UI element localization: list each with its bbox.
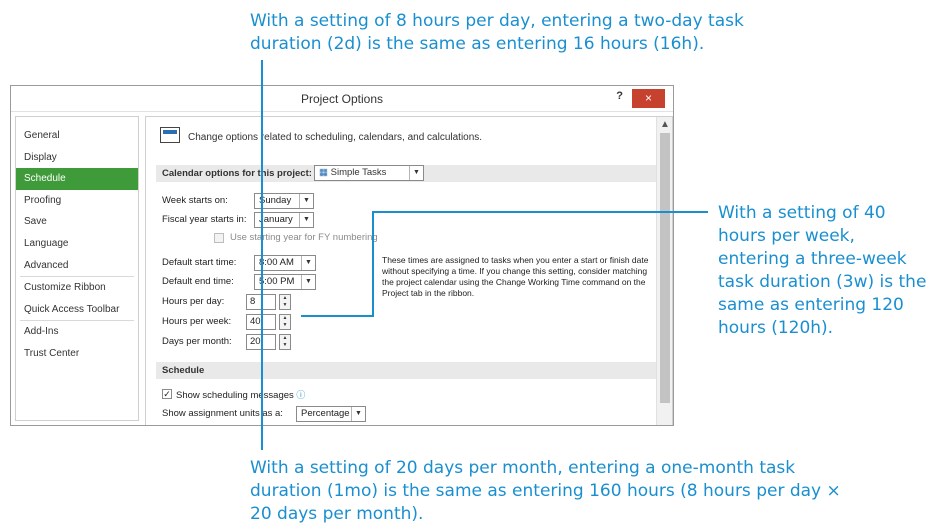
calendar-options-icon [160, 127, 180, 143]
panel-header: Change options related to scheduling, ca… [188, 132, 483, 143]
nav-item-quick-access-toolbar[interactable]: Quick Access Toolbar [16, 299, 138, 321]
chevron-down-icon: ▼ [351, 407, 365, 421]
assignment-units-value: Percentage [301, 408, 350, 419]
project-file-icon: ▦ [319, 167, 328, 178]
week-starts-select[interactable]: Sunday ▼ [254, 193, 314, 209]
hours-per-week-value: 40 [250, 316, 261, 327]
fiscal-year-label: Fiscal year starts in: [162, 214, 247, 225]
week-starts-label: Week starts on: [162, 195, 228, 206]
leader-line-hours-per-day [261, 60, 263, 362]
callout-hours-per-day: With a setting of 8 hours per day, enter… [250, 11, 744, 54]
nav-item-advanced[interactable]: Advanced [16, 255, 138, 277]
end-time-value: 5:00 PM [259, 276, 295, 287]
options-scrollbar[interactable]: ▲ [656, 117, 672, 425]
scroll-up-icon[interactable]: ▲ [657, 119, 673, 130]
show-messages-row: Show scheduling messages ⓘ [176, 388, 305, 401]
calendar-section-header: Calendar options for this project: ▦ Sim… [156, 165, 656, 182]
times-note: These times are assigned to tasks when y… [382, 255, 649, 298]
nav-item-trust-center[interactable]: Trust Center [16, 343, 138, 365]
info-icon: ⓘ [296, 390, 306, 400]
assignment-units-label: Show assignment units as a: [162, 408, 283, 419]
fiscal-year-select[interactable]: January ▼ [254, 212, 314, 228]
calendar-project-value: Simple Tasks [330, 167, 387, 178]
help-button[interactable]: ? [616, 90, 623, 102]
chevron-down-icon: ▼ [409, 166, 423, 180]
scroll-thumb[interactable] [660, 133, 670, 403]
nav-item-customize-ribbon[interactable]: Customize Ribbon [16, 277, 138, 299]
nav-item-add-ins[interactable]: Add-Ins [16, 321, 138, 343]
leader-line-hours-per-week-horizontal [301, 315, 374, 317]
leader-line-hours-per-week-vertical [372, 211, 374, 317]
project-options-dialog: Project Options ? × General Display Sche… [10, 85, 674, 426]
schedule-section-header: Schedule [156, 362, 656, 379]
start-time-select[interactable]: 8:00 AM ▼ [254, 255, 316, 271]
chevron-down-icon: ▼ [301, 256, 315, 270]
calendar-project-select[interactable]: ▦ Simple Tasks ▼ [314, 165, 424, 181]
hours-per-week-label: Hours per week: [162, 316, 232, 327]
nav-item-language[interactable]: Language [16, 233, 138, 255]
nav-item-schedule[interactable]: Schedule [16, 168, 138, 190]
end-time-label: Default end time: [162, 276, 234, 287]
chevron-down-icon: ▼ [299, 213, 313, 227]
fy-numbering-label: Use starting year for FY numbering [230, 232, 378, 243]
leader-line-hours-per-week-callout [372, 211, 708, 213]
spin-arrows-icon[interactable]: ▲ ▼ [279, 314, 291, 330]
callout-days-per-month: With a setting of 20 days per month, ent… [250, 458, 841, 524]
schedule-options-panel: Change options related to scheduling, ca… [145, 116, 673, 425]
chevron-down-icon: ▼ [299, 194, 313, 208]
week-starts-value: Sunday [259, 195, 292, 206]
hours-per-day-label: Hours per day: [162, 296, 225, 307]
leader-line-days-per-month [261, 342, 263, 450]
show-messages-checkbox[interactable]: ✓ [162, 389, 172, 399]
start-time-value: 8:00 AM [259, 257, 294, 268]
assignment-units-select[interactable]: Percentage ▼ [296, 406, 366, 422]
nav-item-proofing[interactable]: Proofing [16, 190, 138, 212]
dialog-title: Project Options [300, 92, 384, 106]
hours-per-day-value: 8 [250, 296, 256, 307]
nav-item-save[interactable]: Save [16, 211, 138, 233]
nav-item-display[interactable]: Display [16, 147, 138, 169]
chevron-down-icon: ▼ [301, 275, 315, 289]
days-per-month-value: 20 [250, 336, 261, 347]
title-bar: Project Options ? × [11, 86, 673, 112]
spin-arrows-icon[interactable]: ▲ ▼ [279, 334, 291, 350]
spin-arrows-icon[interactable]: ▲ ▼ [279, 294, 291, 310]
start-time-label: Default start time: [162, 257, 237, 268]
nav-item-general[interactable]: General [16, 125, 138, 147]
options-nav: General Display Schedule Proofing Save L… [15, 116, 139, 421]
fy-numbering-checkbox[interactable] [214, 233, 224, 243]
show-messages-label: Show scheduling messages [176, 390, 294, 401]
days-per-month-label: Days per month: [162, 336, 232, 347]
end-time-select[interactable]: 5:00 PM ▼ [254, 274, 316, 290]
close-button[interactable]: × [632, 89, 665, 108]
fiscal-year-value: January [259, 214, 293, 225]
callout-hours-per-week: With a setting of 40 hours per week, ent… [718, 203, 926, 338]
calendar-section-label: Calendar options for this project: [162, 168, 312, 179]
